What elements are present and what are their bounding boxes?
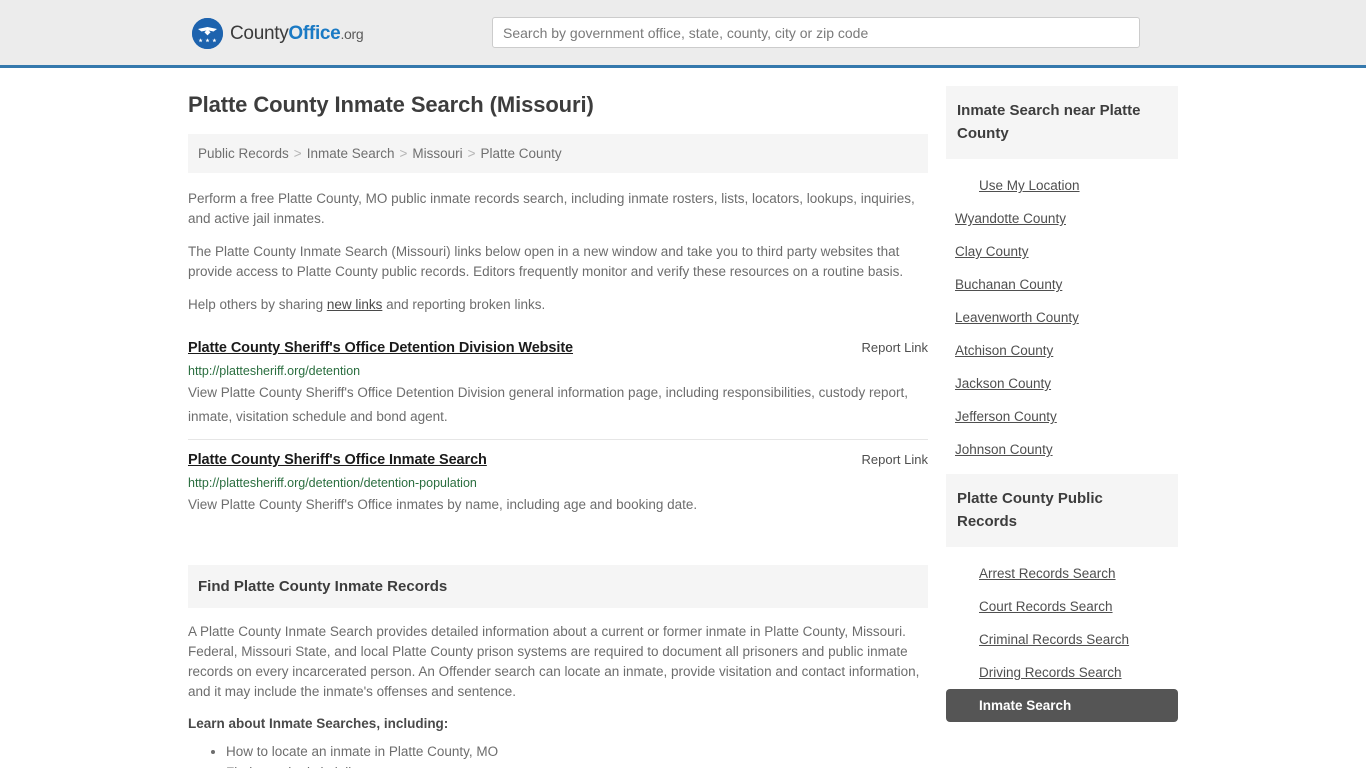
sidebar-list-nearby: Use My Location Wyandotte County Clay Co… bbox=[946, 159, 1178, 466]
sidebar-item-johnson-county[interactable]: Johnson County bbox=[946, 433, 1178, 466]
report-link-button[interactable]: Report Link bbox=[844, 452, 928, 467]
breadcrumb-item-platte-county[interactable]: Platte County bbox=[481, 146, 562, 161]
learn-about-list: How to locate an inmate in Platte County… bbox=[188, 741, 928, 768]
list-item: Johnson County bbox=[946, 433, 1178, 466]
result-item: Platte County Sheriff's Office Detention… bbox=[188, 328, 928, 439]
sidebar-item-criminal-records-search[interactable]: Criminal Records Search bbox=[946, 623, 1178, 656]
sidebar-item-jefferson-county[interactable]: Jefferson County bbox=[946, 400, 1178, 433]
share-links-paragraph: Help others by sharing new links and rep… bbox=[188, 295, 928, 315]
sidebar-item-arrest-records-search[interactable]: Arrest Records Search bbox=[946, 557, 1178, 590]
sidebar-item-jackson-county[interactable]: Jackson County bbox=[946, 367, 1178, 400]
share-prefix-text: Help others by sharing bbox=[188, 297, 327, 312]
list-item: Inmate Search bbox=[946, 689, 1178, 722]
breadcrumb-separator: > bbox=[399, 146, 408, 161]
list-item: Find out who is in jail bbox=[226, 762, 928, 768]
result-item: Platte County Sheriff's Office Inmate Se… bbox=[188, 439, 928, 527]
sidebar-heading-nearby: Inmate Search near Platte County bbox=[946, 86, 1178, 159]
sidebar-card-public-records: Platte County Public Records Arrest Reco… bbox=[946, 474, 1178, 722]
result-description: View Platte County Sheriff's Office Dete… bbox=[188, 385, 908, 424]
breadcrumb-item-inmate-search[interactable]: Inmate Search bbox=[307, 146, 395, 161]
sidebar-heading-public-records: Platte County Public Records bbox=[946, 474, 1178, 547]
site-header: CountyOffice.org bbox=[0, 0, 1366, 68]
sidebar-item-buchanan-county[interactable]: Buchanan County bbox=[946, 268, 1178, 301]
list-item: Jackson County bbox=[946, 367, 1178, 400]
list-item: Clay County bbox=[946, 235, 1178, 268]
logo-text-office: Office bbox=[288, 22, 341, 44]
share-suffix-text: and reporting broken links. bbox=[382, 297, 546, 312]
section-heading: Find Platte County Inmate Records bbox=[188, 565, 928, 608]
list-item: Buchanan County bbox=[946, 268, 1178, 301]
list-item: Criminal Records Search bbox=[946, 623, 1178, 656]
intro-paragraph-2: The Platte County Inmate Search (Missour… bbox=[188, 244, 904, 279]
section-paragraph: A Platte County Inmate Search provides d… bbox=[188, 624, 920, 699]
sidebar-item-use-my-location[interactable]: Use My Location bbox=[946, 169, 1178, 202]
result-url-link[interactable]: http://plattesheriff.org/detention bbox=[188, 364, 928, 378]
main-column: Platte County Inmate Search (Missouri) P… bbox=[188, 86, 928, 768]
result-title-link[interactable]: Platte County Sheriff's Office Inmate Se… bbox=[188, 452, 487, 468]
sidebar-list-public-records: Arrest Records Search Court Records Sear… bbox=[946, 547, 1178, 722]
logo-text-county: County bbox=[230, 22, 289, 44]
list-item: Use My Location bbox=[946, 169, 1178, 202]
page-title: Platte County Inmate Search (Missouri) bbox=[188, 92, 594, 117]
section-sub-heading: Learn about Inmate Searches, including: bbox=[188, 716, 449, 731]
list-item: Jefferson County bbox=[946, 400, 1178, 433]
sidebar-item-driving-records-search[interactable]: Driving Records Search bbox=[946, 656, 1178, 689]
breadcrumb-separator: > bbox=[467, 146, 476, 161]
sidebar-item-clay-county[interactable]: Clay County bbox=[946, 235, 1178, 268]
logo-text-org: .org bbox=[340, 25, 364, 42]
section-body: A Platte County Inmate Search provides d… bbox=[188, 608, 928, 768]
list-item: Court Records Search bbox=[946, 590, 1178, 623]
new-links-link[interactable]: new links bbox=[327, 297, 383, 312]
eagle-shield-icon bbox=[192, 18, 223, 49]
list-item: Leavenworth County bbox=[946, 301, 1178, 334]
sidebar: Inmate Search near Platte County Use My … bbox=[946, 86, 1178, 768]
sidebar-item-inmate-search[interactable]: Inmate Search bbox=[946, 689, 1178, 722]
content-container: Platte County Inmate Search (Missouri) P… bbox=[188, 68, 1178, 768]
list-item: Arrest Records Search bbox=[946, 557, 1178, 590]
search-input[interactable] bbox=[492, 17, 1140, 48]
sidebar-item-leavenworth-county[interactable]: Leavenworth County bbox=[946, 301, 1178, 334]
result-title-link[interactable]: Platte County Sheriff's Office Detention… bbox=[188, 340, 573, 356]
sidebar-item-wyandotte-county[interactable]: Wyandotte County bbox=[946, 202, 1178, 235]
list-item: Wyandotte County bbox=[946, 202, 1178, 235]
sidebar-card-nearby: Inmate Search near Platte County Use My … bbox=[946, 86, 1178, 466]
breadcrumb-item-missouri[interactable]: Missouri bbox=[412, 146, 462, 161]
breadcrumb-item-public-records[interactable]: Public Records bbox=[198, 146, 289, 161]
list-item: Atchison County bbox=[946, 334, 1178, 367]
result-header: Platte County Sheriff's Office Inmate Se… bbox=[188, 452, 928, 468]
intro-paragraph-1: Perform a free Platte County, MO public … bbox=[188, 191, 915, 226]
site-logo[interactable]: CountyOffice.org bbox=[192, 18, 364, 49]
result-header: Platte County Sheriff's Office Detention… bbox=[188, 340, 928, 356]
sidebar-item-court-records-search[interactable]: Court Records Search bbox=[946, 590, 1178, 623]
result-description: View Platte County Sheriff's Office inma… bbox=[188, 497, 698, 512]
breadcrumb-separator: > bbox=[293, 146, 302, 161]
page-body: Platte County Inmate Search (Missouri) P… bbox=[0, 68, 1366, 768]
list-item: How to locate an inmate in Platte County… bbox=[226, 741, 928, 762]
breadcrumb: Public Records > Inmate Search > Missouri > Pl… bbox=[188, 134, 928, 173]
report-link-button[interactable]: Report Link bbox=[844, 340, 928, 355]
sidebar-item-atchison-county[interactable]: Atchison County bbox=[946, 334, 1178, 367]
logo-wordmark: CountyOffice.org bbox=[230, 22, 364, 45]
list-item: Driving Records Search bbox=[946, 656, 1178, 689]
result-url-link[interactable]: http://plattesheriff.org/detention/deten… bbox=[188, 476, 928, 490]
